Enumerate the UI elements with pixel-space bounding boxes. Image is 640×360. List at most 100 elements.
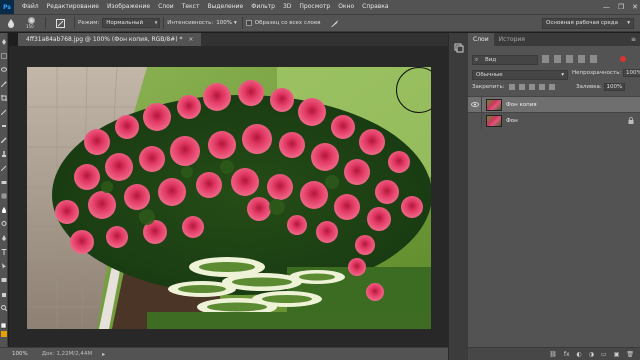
- menu-filter[interactable]: Фильтр: [247, 0, 279, 14]
- window-controls: — ❐ ✕: [603, 0, 638, 14]
- adjustment-layer-icon[interactable]: ◑: [589, 351, 594, 358]
- pen-tool-icon[interactable]: [1, 235, 7, 241]
- new-group-icon[interactable]: ▭: [601, 351, 607, 358]
- layer-mask-icon[interactable]: ◐: [577, 351, 582, 358]
- zoom-tool-icon[interactable]: [1, 305, 7, 311]
- path-selection-tool-icon[interactable]: [1, 263, 7, 269]
- layer-filter-icons: [542, 55, 597, 63]
- menu-help[interactable]: Справка: [358, 0, 392, 14]
- close-icon[interactable]: ✕: [632, 0, 638, 14]
- chevron-down-icon[interactable]: ▾: [234, 20, 237, 26]
- maximize-icon[interactable]: ❐: [618, 0, 624, 14]
- close-icon[interactable]: ×: [188, 36, 193, 43]
- layer-row[interactable]: Фон: [468, 112, 640, 129]
- magic-wand-tool-icon[interactable]: [1, 81, 7, 87]
- lock-artboard-icon[interactable]: [538, 84, 545, 90]
- eraser-tool-icon[interactable]: [1, 179, 7, 185]
- document-tab[interactable]: 4ff31a84ab768.jpg @ 100% (Фон копия, RGB…: [18, 33, 202, 46]
- tab-layers[interactable]: Слои: [468, 33, 494, 46]
- link-layers-icon[interactable]: ⛓: [549, 351, 557, 358]
- crop-tool-icon[interactable]: [1, 95, 7, 101]
- menu-view[interactable]: Просмотр: [295, 0, 334, 14]
- layer-style-icon[interactable]: fx: [564, 351, 570, 358]
- menu-image[interactable]: Изображение: [103, 0, 154, 14]
- marquee-tool-icon[interactable]: [1, 53, 7, 59]
- blur-tool-icon: [8, 19, 14, 28]
- brush-tool-icon[interactable]: [1, 137, 7, 143]
- fill-label: Заливка:: [576, 84, 602, 90]
- blend-mode-select[interactable]: Обычные ▾: [472, 70, 568, 80]
- move-tool-icon[interactable]: [1, 39, 7, 45]
- panel-menu-icon[interactable]: ≡: [631, 33, 636, 46]
- menu-select[interactable]: Выделение: [203, 0, 247, 14]
- rectangle-tool-icon[interactable]: [1, 277, 7, 283]
- lock-icon: [628, 117, 634, 124]
- gradient-tool-icon[interactable]: [1, 193, 7, 199]
- dodge-tool-icon[interactable]: [1, 221, 7, 227]
- lock-position-icon[interactable]: [528, 84, 535, 90]
- status-menu-arrow-icon[interactable]: ▸: [102, 351, 105, 358]
- divider: [74, 17, 75, 29]
- menu-layers[interactable]: Слои: [154, 0, 178, 14]
- canvas-area[interactable]: [9, 46, 448, 347]
- healing-brush-tool-icon[interactable]: [1, 123, 7, 129]
- minimize-icon[interactable]: —: [603, 0, 610, 14]
- lock-controls: Закрепить:: [472, 84, 555, 90]
- menu-type[interactable]: Текст: [178, 0, 204, 14]
- foreground-color-icon[interactable]: [1, 323, 7, 329]
- lock-transparency-icon[interactable]: [508, 84, 515, 90]
- history-panel-icon[interactable]: [454, 43, 464, 53]
- fill-value[interactable]: 100%: [603, 83, 626, 91]
- lasso-tool-icon[interactable]: [1, 67, 7, 73]
- document-size-info: Док: 1,22M/2,44M: [41, 351, 93, 357]
- document-canvas[interactable]: [27, 67, 431, 329]
- tab-history[interactable]: История: [494, 33, 530, 46]
- lock-pixels-icon[interactable]: [518, 84, 525, 90]
- intensity-value[interactable]: 100%: [216, 20, 232, 26]
- finger-painting-button[interactable]: [323, 15, 345, 31]
- filter-adjustment-icon[interactable]: [554, 55, 561, 63]
- mode-select[interactable]: Нормальный ▾: [102, 18, 161, 28]
- blur-tool-icon[interactable]: [1, 207, 7, 213]
- menu-window[interactable]: Окно: [334, 0, 358, 14]
- blend-mode-value: Обычные: [476, 72, 503, 78]
- layer-name: Фон: [506, 117, 518, 124]
- document-tab-title: 4ff31a84ab768.jpg @ 100% (Фон копия, RGB…: [26, 36, 183, 43]
- layer-visibility-toggle[interactable]: [468, 112, 482, 129]
- filter-smart-object-icon[interactable]: [590, 55, 597, 63]
- layer-visibility-toggle[interactable]: [468, 96, 482, 113]
- layer-filter-select[interactable]: ⌕ Вид: [472, 55, 538, 65]
- zoom-level[interactable]: 100%: [12, 351, 28, 357]
- filter-toggle-icon[interactable]: [620, 56, 626, 62]
- menu-edit[interactable]: Редактирование: [43, 0, 103, 14]
- panel-tabs: Слои История: [468, 33, 640, 46]
- brush-settings-button[interactable]: [49, 15, 71, 31]
- menu-bar: Ps Файл Редактирование Изображение Слои …: [0, 0, 640, 14]
- filter-shape-icon[interactable]: [578, 55, 585, 63]
- sample-all-layers-checkbox[interactable]: [245, 20, 252, 26]
- divider: [241, 17, 243, 29]
- new-layer-icon[interactable]: ▣: [614, 351, 620, 358]
- type-tool-icon[interactable]: [1, 249, 7, 255]
- layer-row[interactable]: Фон копия: [468, 96, 640, 113]
- background-color-icon[interactable]: [1, 331, 7, 337]
- lock-all-icon[interactable]: [548, 84, 555, 90]
- opacity-value[interactable]: 100%: [623, 69, 640, 77]
- history-brush-tool-icon[interactable]: [1, 165, 7, 171]
- opacity-label: Непрозрачность:: [572, 70, 622, 76]
- tool-preset-picker[interactable]: [0, 15, 22, 31]
- brush-preset-picker[interactable]: 150: [22, 15, 42, 31]
- divider: [45, 17, 46, 29]
- menu-3d[interactable]: 3D: [279, 0, 295, 14]
- eyedropper-tool-icon[interactable]: [1, 109, 7, 115]
- filter-pixel-icon[interactable]: [542, 55, 549, 63]
- clone-stamp-tool-icon[interactable]: [1, 151, 7, 157]
- layers-panel: Слои История ≡ ⌕ Вид Обычные ▾ Непрозрач…: [468, 33, 640, 360]
- filter-type-icon[interactable]: [566, 55, 573, 63]
- tools-panel: [0, 33, 8, 347]
- hand-tool-icon[interactable]: [1, 291, 7, 297]
- delete-layer-icon[interactable]: 🗑: [626, 351, 634, 358]
- workspace-select[interactable]: Основная рабочая среда ▾: [542, 18, 634, 29]
- finger-painting-icon: [330, 19, 338, 27]
- menu-file[interactable]: Файл: [18, 0, 43, 14]
